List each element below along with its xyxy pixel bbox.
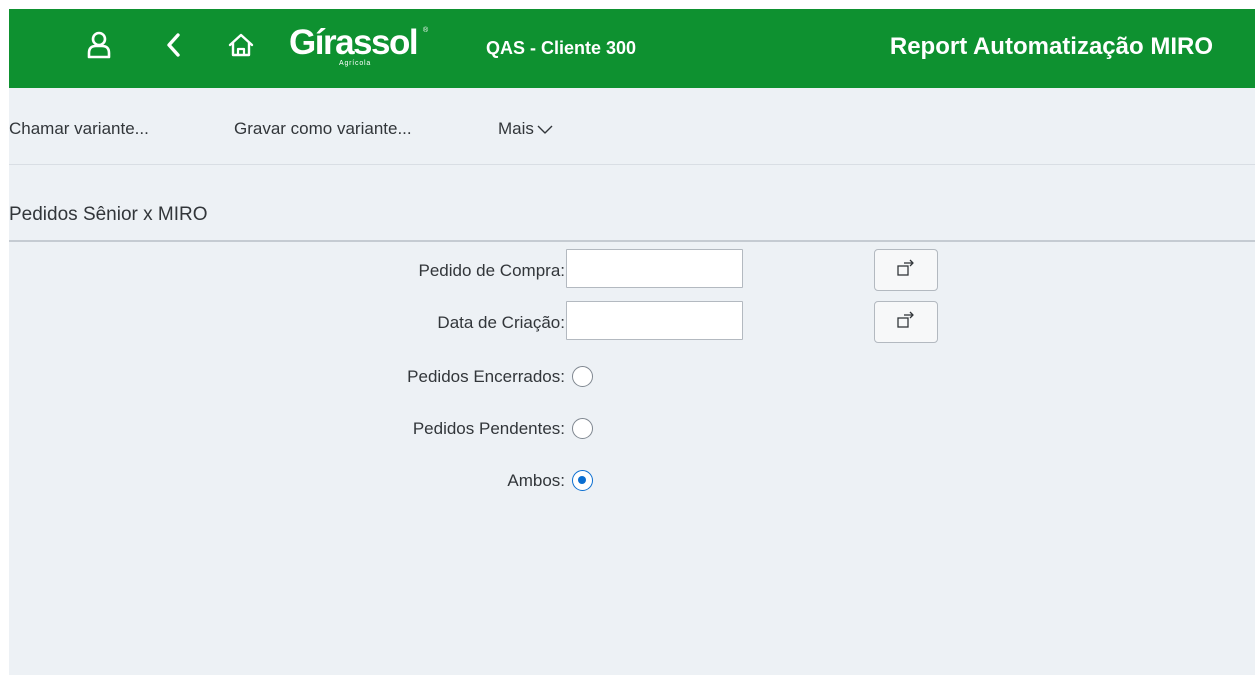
creation-date-input[interactable] <box>566 301 743 340</box>
creation-date-label: Data de Criação: <box>437 313 565 332</box>
multiple-selection-icon <box>896 258 916 283</box>
both-orders-label: Ambos: <box>507 471 565 490</box>
more-label: Mais <box>498 119 534 138</box>
save-variant-button[interactable]: Gravar como variante... <box>234 118 412 140</box>
purchase-order-label: Pedido de Compra: <box>418 261 565 280</box>
chevron-down-icon <box>537 119 553 141</box>
shell-header: Gírassol ® Agrícola QAS - Cliente 300 Re… <box>9 9 1255 88</box>
section-title: Pedidos Sênior x MIRO <box>9 204 208 225</box>
user-button[interactable] <box>81 29 117 65</box>
closed-orders-radio[interactable] <box>572 366 593 387</box>
more-menu-button[interactable]: Mais <box>498 118 553 141</box>
get-variant-button[interactable]: Chamar variante... <box>9 118 149 140</box>
company-logo[interactable]: Gírassol ® Agrícola <box>289 23 429 73</box>
multiple-selection-icon <box>896 310 916 335</box>
radio-selected-dot <box>578 476 586 484</box>
back-button[interactable] <box>155 29 191 65</box>
app-title: Report Automatização MIRO <box>889 33 1213 60</box>
variant-toolbar: Chamar variante... Gravar como variante.… <box>9 88 1255 165</box>
logo-subtext: Agrícola <box>339 60 372 67</box>
home-button[interactable] <box>223 29 259 65</box>
app-shell: Gírassol ® Agrícola QAS - Cliente 300 Re… <box>9 9 1255 675</box>
logo-wordmark: Gírassol <box>289 23 419 62</box>
logo-registered-mark: ® <box>423 27 429 34</box>
page: Gírassol ® Agrícola QAS - Cliente 300 Re… <box>0 0 1255 675</box>
pending-orders-label: Pedidos Pendentes: <box>412 419 565 438</box>
home-icon <box>228 32 254 63</box>
system-label: QAS - Cliente 300 <box>486 38 637 58</box>
purchase-order-input[interactable] <box>566 249 743 288</box>
both-orders-radio[interactable] <box>572 470 593 491</box>
creation-date-multiselect-button[interactable] <box>874 301 938 343</box>
pending-orders-radio[interactable] <box>572 418 593 439</box>
closed-orders-label: Pedidos Encerrados: <box>407 367 565 386</box>
section-divider <box>9 240 1255 242</box>
purchase-order-multiselect-button[interactable] <box>874 249 938 291</box>
user-icon <box>86 31 112 64</box>
back-icon <box>164 32 182 63</box>
